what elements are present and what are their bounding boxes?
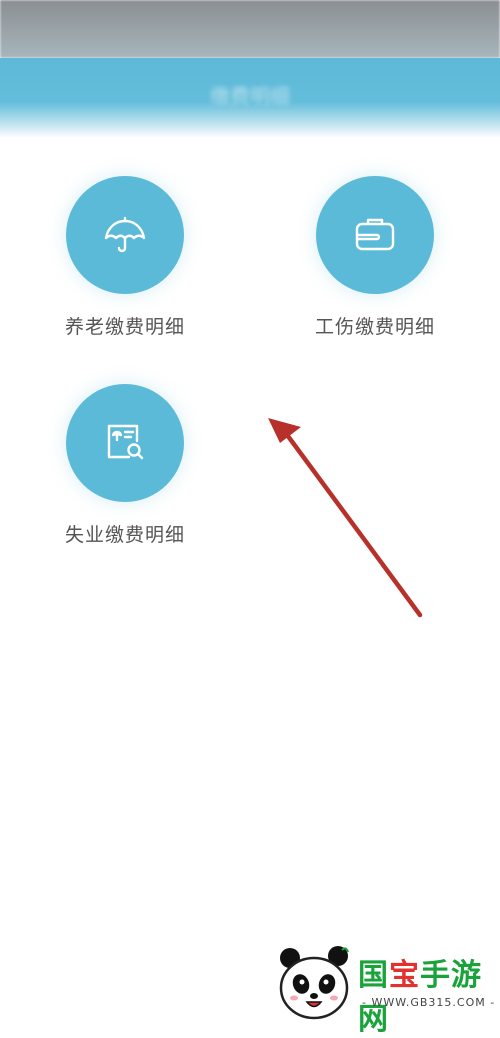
watermark-title-part1: 国 bbox=[358, 958, 389, 993]
panda-logo-icon bbox=[279, 946, 349, 1020]
watermark-title-part2: 宝 bbox=[389, 958, 420, 993]
watermark: 国宝手游网 - WWW.GB315.COM - bbox=[262, 940, 500, 1037]
annotation-arrow bbox=[268, 418, 423, 618]
watermark-title: 国宝手游网 bbox=[358, 950, 500, 1038]
watermark-url: - WWW.GB315.COM - bbox=[362, 996, 496, 1009]
